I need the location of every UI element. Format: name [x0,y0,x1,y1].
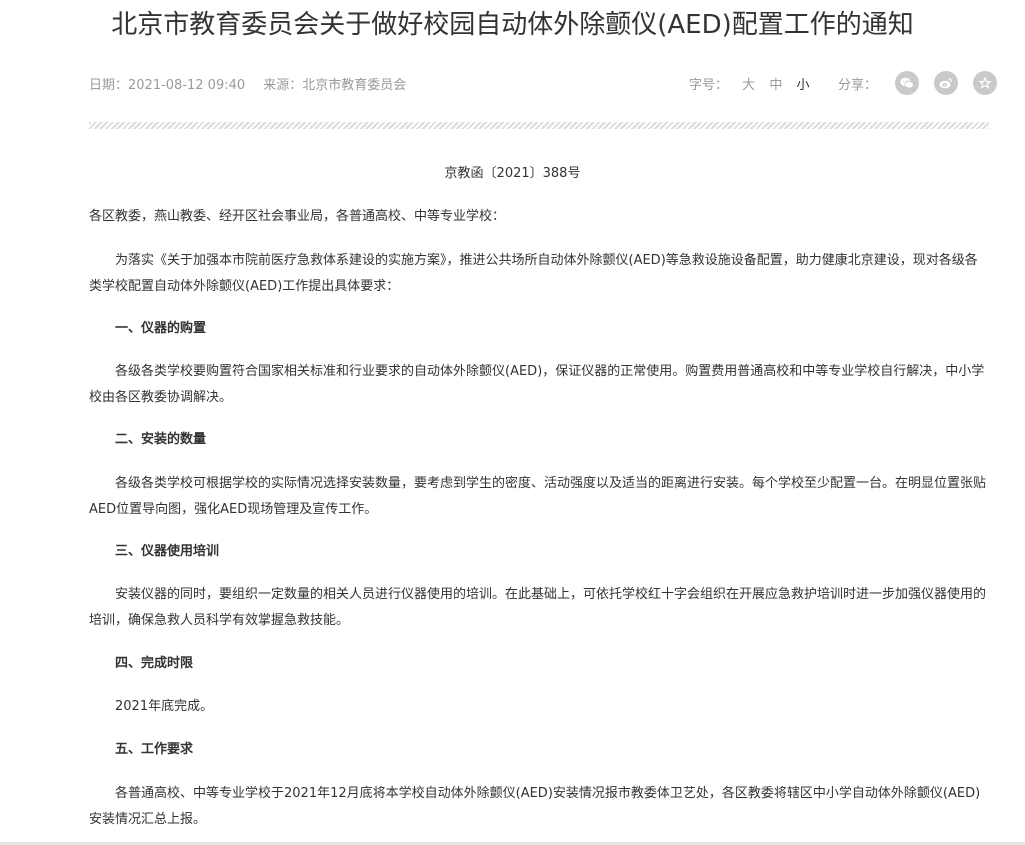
wechat-icon[interactable] [895,71,919,95]
share-icons [895,71,1008,95]
font-size-label: 字号： [689,78,729,93]
section-heading-training: 三、仪器使用培训 [115,544,220,559]
section-body-requirements: 各普通高校、中等专业学校于2021年12月底将本学校自动体外除颤仪(AED)安装… [89,786,981,827]
font-size-large-button[interactable]: 大 [742,78,755,93]
header-divider [89,122,989,129]
document-number: 京教函〔2021〕388号 [444,166,581,181]
section-heading-deadline: 四、完成时限 [115,656,194,671]
article-page: 北京市教育委员会关于做好校园自动体外除颤仪(AED)配置工作的通知 日期：202… [0,0,1025,845]
section-body-deadline: 2021年底完成。 [115,699,214,714]
font-size-medium-button[interactable]: 中 [769,78,782,93]
font-size-small-button[interactable]: 小 [796,78,809,93]
meta-info: 日期：2021-08-12 09:40 来源：北京市教育委员会 [89,74,420,93]
article-title: 北京市教育委员会关于做好校园自动体外除颤仪(AED)配置工作的通知 [111,10,914,40]
font-size-control: 字号： 大 中 小 [689,74,809,93]
favorite-icon[interactable] [973,71,998,95]
article-meta: 日期：2021-08-12 09:40 来源：北京市教育委员会 字号： 大 中 … [89,71,998,95]
section-heading-purchase: 一、仪器的购置 [115,321,207,336]
publish-date: 日期：2021-08-12 09:40 [89,78,246,93]
share-label: 分享： [838,78,878,93]
section-body-training: 安装仪器的同时，要组织一定数量的相关人员进行仪器使用的培训。在此基础上，可依托学… [89,587,987,628]
weibo-icon[interactable] [934,71,959,95]
salutation: 各区教委，燕山教委、经开区社会事业局，各普通高校、中等专业学校： [89,209,506,224]
intro-paragraph: 为落实《关于加强本市院前医疗急救体系建设的实施方案》，推进公共场所自动体外除颤仪… [89,253,978,294]
section-body-purchase: 各级各类学校要购置符合国家相关标准和行业要求的自动体外除颤仪(AED)，保证仪器… [89,364,985,405]
section-body-quantity: 各级各类学校可根据学校的实际情况选择安装数量，要考虑到学生的密度、活动强度以及适… [89,476,987,517]
article-source: 来源：北京市教育委员会 [263,78,407,93]
section-heading-requirements: 五、工作要求 [115,742,194,757]
section-heading-quantity: 二、安装的数量 [115,432,207,447]
